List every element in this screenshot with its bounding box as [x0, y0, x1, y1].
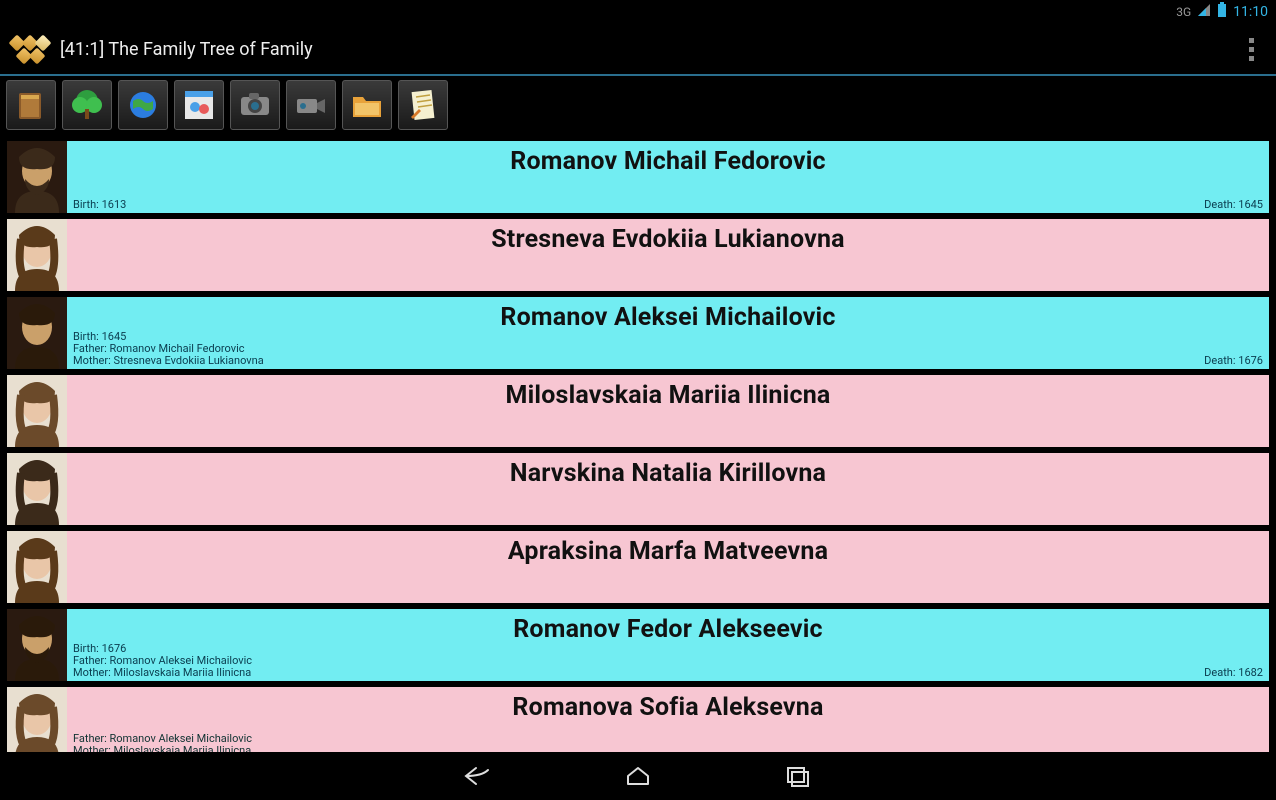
portrait-thumbnail — [7, 375, 67, 447]
globe-icon[interactable] — [118, 80, 168, 130]
person-name: Romanov Aleksei Michailovic — [73, 303, 1263, 332]
android-navbar — [0, 752, 1276, 800]
person-card: Romanova Sofia Aleksevna Father: Romanov … — [67, 687, 1269, 752]
person-list: Romanov Michail Fedorovic Birth: 1613 Deat… — [6, 140, 1270, 752]
person-row[interactable]: Apraksina Marfa Matveevna — [6, 530, 1270, 604]
page-title: [41:1] The Family Tree of Family — [60, 39, 313, 60]
person-row[interactable]: Romanova Sofia Aleksevna Father: Romanov … — [6, 686, 1270, 752]
person-meta-right: Death: 1645 — [1204, 198, 1263, 211]
person-row[interactable]: Romanov Aleksei MichailovicBirth: 1645Fa… — [6, 296, 1270, 370]
person-card: Narvskina Natalia Kirillovna — [67, 453, 1269, 525]
person-name: Narvskina Natalia Kirillovna — [73, 459, 1263, 488]
portrait-thumbnail — [7, 297, 67, 369]
network-label: 3G — [1176, 5, 1191, 19]
person-card: Stresneva Evdokiia Lukianovna — [67, 219, 1269, 291]
recent-apps-button[interactable] — [778, 756, 818, 796]
person-card: Apraksina Marfa Matveevna — [67, 531, 1269, 603]
person-meta-right: Death: 1682 — [1204, 666, 1263, 679]
person-row[interactable]: Stresneva Evdokiia Lukianovna — [6, 218, 1270, 292]
status-bar: 3G 11:10 — [0, 0, 1276, 24]
portrait-thumbnail — [7, 453, 67, 525]
person-card: Romanov Aleksei MichailovicBirth: 1645Fa… — [67, 297, 1269, 369]
action-bar: [41:1] The Family Tree of Family — [0, 24, 1276, 76]
folder-icon[interactable] — [342, 80, 392, 130]
person-card: Miloslavskaia Mariia Ilinicna — [67, 375, 1269, 447]
person-name: Stresneva Evdokiia Lukianovna — [73, 225, 1263, 254]
overflow-menu-icon[interactable] — [1236, 34, 1266, 64]
back-button[interactable] — [458, 756, 498, 796]
person-card: Romanov Michail Fedorovic Birth: 1613 Deat… — [67, 141, 1269, 213]
people-icon[interactable] — [174, 80, 224, 130]
signal-icon — [1197, 3, 1211, 21]
portrait-thumbnail — [7, 219, 67, 291]
person-row[interactable]: Miloslavskaia Mariia Ilinicna — [6, 374, 1270, 448]
person-name: Apraksina Marfa Matveevna — [73, 537, 1263, 566]
home-button[interactable] — [618, 756, 658, 796]
portrait-thumbnail — [7, 687, 67, 752]
clock-label: 11:10 — [1233, 4, 1268, 20]
camera-icon[interactable] — [230, 80, 280, 130]
person-meta-left: Birth: 1645Father: Romanov Michail Fedor… — [73, 331, 264, 367]
person-name: Miloslavskaia Mariia Ilinicna — [73, 381, 1263, 410]
person-meta-left: Birth: 1613 — [73, 199, 126, 211]
person-name: Romanov Fedor Alekseevic — [73, 615, 1263, 644]
person-row[interactable]: Romanov Michail Fedorovic Birth: 1613 Deat… — [6, 140, 1270, 214]
tree-icon[interactable] — [62, 80, 112, 130]
toolbar — [0, 76, 1276, 134]
person-meta-left: Father: Romanov Aleksei MichailovicMothe… — [73, 733, 252, 752]
person-meta-right: Death: 1676 — [1204, 354, 1263, 367]
notes-icon[interactable] — [398, 80, 448, 130]
person-name: Romanov Michail Fedorovic — [73, 147, 1263, 176]
person-card: Romanov Fedor AlekseevicBirth: 1676Fathe… — [67, 609, 1269, 681]
person-name: Romanova Sofia Aleksevna — [73, 693, 1263, 722]
portrait-thumbnail — [7, 141, 67, 213]
person-row[interactable]: Narvskina Natalia Kirillovna — [6, 452, 1270, 526]
portrait-thumbnail — [7, 531, 67, 603]
portrait-thumbnail — [7, 609, 67, 681]
book-icon[interactable] — [6, 80, 56, 130]
person-meta-left: Birth: 1676Father: Romanov Aleksei Micha… — [73, 643, 252, 679]
video-icon[interactable] — [286, 80, 336, 130]
battery-icon — [1217, 2, 1227, 22]
app-icon — [10, 29, 50, 69]
person-row[interactable]: Romanov Fedor AlekseevicBirth: 1676Fathe… — [6, 608, 1270, 682]
